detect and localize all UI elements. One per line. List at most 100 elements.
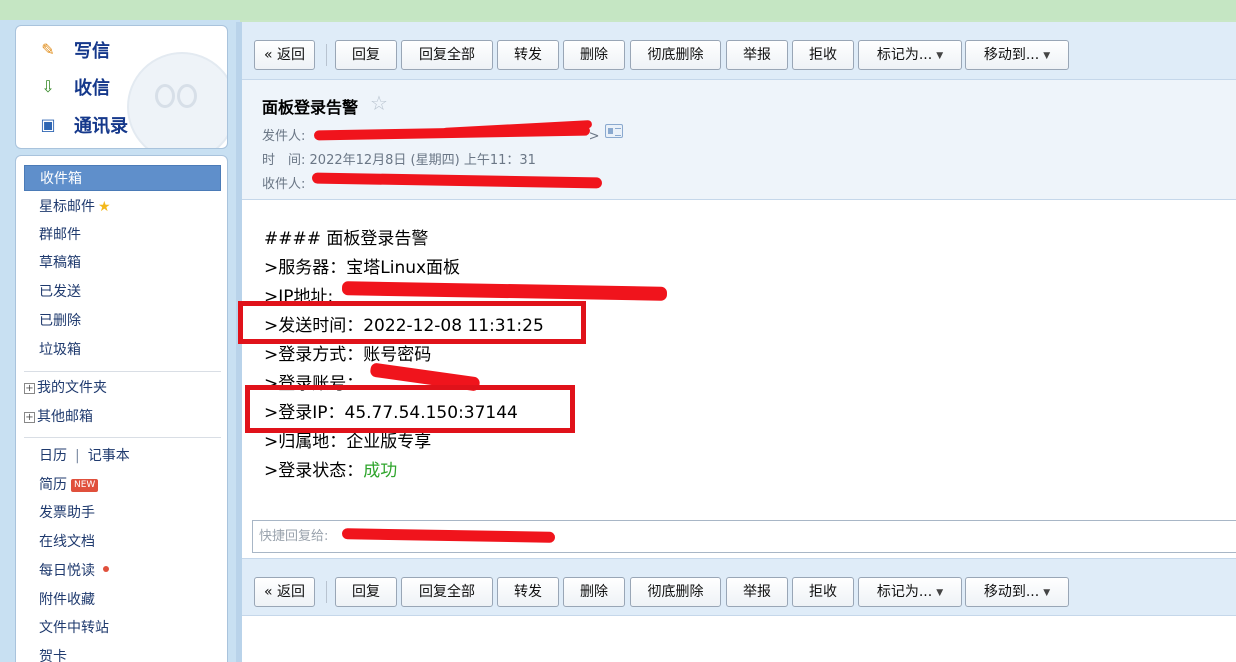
- greeting-card-label: 贺卡: [39, 649, 67, 662]
- chevron-down-icon: ▼: [936, 588, 944, 598]
- back-button[interactable]: « 返回: [254, 40, 315, 70]
- new-badge: NEW: [71, 479, 99, 492]
- mail-header: 面板登录告警 ☆ 发件人: > 时 间: 2022年12月8日 (星期四) 上午…: [242, 80, 1236, 200]
- folder-starred[interactable]: 星标邮件 ★: [39, 196, 111, 218]
- app-greeting-card[interactable]: 贺卡: [39, 646, 67, 662]
- contacts-label: 通讯录: [74, 116, 128, 137]
- quick-reply-placeholder: 快捷回复给:: [259, 529, 329, 544]
- expand-icon[interactable]: +: [24, 383, 35, 394]
- delete-button[interactable]: 删除: [563, 577, 625, 607]
- delete-forever-button[interactable]: 彻底删除: [630, 577, 721, 607]
- forward-button[interactable]: 转发: [497, 40, 559, 70]
- time-label: 时 间:: [262, 153, 306, 168]
- toolbar-separator: [326, 44, 327, 66]
- divider: [24, 437, 221, 438]
- file-transfer-label: 文件中转站: [39, 620, 109, 636]
- folder-drafts[interactable]: 草稿箱: [39, 252, 81, 274]
- star-icon: ★: [98, 199, 111, 215]
- back-button[interactable]: « 返回: [254, 577, 315, 607]
- redaction-scribble: [341, 281, 668, 301]
- app-daily-read[interactable]: 每日悦读: [39, 560, 109, 582]
- report-button[interactable]: 举报: [726, 577, 788, 607]
- divider: [24, 371, 221, 372]
- top-toolbar: « 返回 回复 回复全部 转发 删除 彻底删除 举报 拒收 标记为... ▼ 移动…: [242, 22, 1236, 80]
- mark-as-dropdown[interactable]: 标记为... ▼: [858, 577, 962, 607]
- tree-my-folders[interactable]: + 我的文件夹: [24, 377, 107, 399]
- expand-icon[interactable]: +: [24, 412, 35, 423]
- mark-as-label: 标记为...: [876, 584, 933, 600]
- highlight-box-send-time: [238, 301, 586, 344]
- inbox-download-icon: ⇩: [41, 77, 55, 96]
- move-to-dropdown[interactable]: 移动到... ▼: [965, 40, 1069, 70]
- folder-deleted[interactable]: 已删除: [39, 310, 81, 332]
- mark-as-dropdown[interactable]: 标记为... ▼: [858, 40, 962, 70]
- recipient-row: 收件人:: [262, 173, 305, 192]
- reply-button[interactable]: 回复: [335, 40, 397, 70]
- star-outline-icon[interactable]: ☆: [370, 91, 388, 115]
- sender-label: 发件人:: [262, 129, 306, 144]
- folder-inbox-label: 收件箱: [40, 171, 82, 187]
- mail-subject: 面板登录告警: [262, 98, 359, 117]
- app-invoice[interactable]: 发票助手: [39, 502, 95, 524]
- resume-label: 简历: [39, 477, 67, 493]
- tree-other-mailboxes-label: 其他邮箱: [37, 409, 93, 425]
- chevron-down-icon: ▼: [1043, 588, 1051, 598]
- calendar-link[interactable]: 日历: [39, 448, 67, 464]
- time-value: 2022年12月8日 (星期四) 上午11：31: [309, 153, 536, 168]
- toolbar-separator: [326, 581, 327, 603]
- move-to-dropdown[interactable]: 移动到... ▼: [965, 577, 1069, 607]
- docs-label: 在线文档: [39, 534, 95, 550]
- chevron-down-icon: ▼: [936, 51, 944, 61]
- folder-sent-label: 已发送: [39, 284, 81, 300]
- folder-panel: 收件箱 星标邮件 ★ 群邮件 草稿箱 已发送 已删除 垃圾箱 + 我的文件夹 + 其他…: [15, 155, 228, 662]
- move-to-label: 移动到...: [983, 47, 1040, 63]
- receive-mail-label: 收信: [74, 78, 110, 99]
- time-row: 时 间: 2022年12月8日 (星期四) 上午11：31: [262, 149, 536, 168]
- recipient-label: 收件人:: [262, 177, 306, 192]
- folder-trash[interactable]: 垃圾箱: [39, 339, 81, 361]
- delete-button[interactable]: 删除: [563, 40, 625, 70]
- app-calendar-notebook-row: 日历 | 记事本: [39, 445, 130, 467]
- reject-button[interactable]: 拒收: [792, 40, 854, 70]
- redaction-scribble: [311, 172, 603, 189]
- app-attachments[interactable]: 附件收藏: [39, 589, 95, 611]
- sender-address-tail: >: [588, 129, 600, 144]
- login-status-value: 成功: [363, 461, 398, 481]
- folder-deleted-label: 已删除: [39, 313, 81, 329]
- write-mail-button[interactable]: ✎ 写信: [38, 36, 110, 64]
- mail-view: « 返回 回复 回复全部 转发 删除 彻底删除 举报 拒收 标记为... ▼ 移动…: [236, 22, 1236, 662]
- chevron-down-icon: ▼: [1043, 51, 1051, 61]
- folder-drafts-label: 草稿箱: [39, 255, 81, 271]
- bottom-toolbar: « 返回 回复 回复全部 转发 删除 彻底删除 举报 拒收 标记为... ▼ 移动…: [242, 558, 1236, 616]
- reply-all-button[interactable]: 回复全部: [401, 40, 493, 70]
- daily-read-label: 每日悦读: [39, 563, 95, 579]
- folder-trash-label: 垃圾箱: [39, 342, 81, 358]
- move-to-label: 移动到...: [983, 584, 1040, 600]
- app-file-transfer[interactable]: 文件中转站: [39, 617, 109, 639]
- mark-as-label: 标记为...: [876, 47, 933, 63]
- contacts-button[interactable]: ▣ 通讯录: [38, 111, 128, 139]
- folder-starred-label: 星标邮件: [39, 199, 95, 215]
- reply-all-button[interactable]: 回复全部: [401, 577, 493, 607]
- reject-button[interactable]: 拒收: [792, 577, 854, 607]
- qq-penguin-watermark-icon: [127, 52, 227, 148]
- report-button[interactable]: 举报: [726, 40, 788, 70]
- receive-mail-button[interactable]: ⇩ 收信: [38, 73, 110, 101]
- contact-card-icon: ▣: [40, 115, 56, 134]
- app-docs[interactable]: 在线文档: [39, 531, 95, 553]
- attachments-label: 附件收藏: [39, 592, 95, 608]
- app-resume[interactable]: 简历 NEW: [39, 474, 99, 496]
- contact-card-icon[interactable]: [605, 124, 623, 138]
- delete-forever-button[interactable]: 彻底删除: [630, 40, 721, 70]
- tree-other-mailboxes[interactable]: + 其他邮箱: [24, 406, 93, 428]
- notebook-link[interactable]: 记事本: [88, 448, 130, 464]
- folder-sent[interactable]: 已发送: [39, 281, 81, 303]
- link-separator: |: [75, 448, 80, 464]
- folder-group[interactable]: 群邮件: [39, 224, 81, 246]
- reply-button[interactable]: 回复: [335, 577, 397, 607]
- login-status-label: >登录状态：: [264, 461, 364, 481]
- folder-inbox[interactable]: 收件箱: [24, 165, 221, 191]
- forward-button[interactable]: 转发: [497, 577, 559, 607]
- top-strip: [0, 0, 1236, 20]
- body-heading: #### 面板登录告警: [264, 229, 429, 249]
